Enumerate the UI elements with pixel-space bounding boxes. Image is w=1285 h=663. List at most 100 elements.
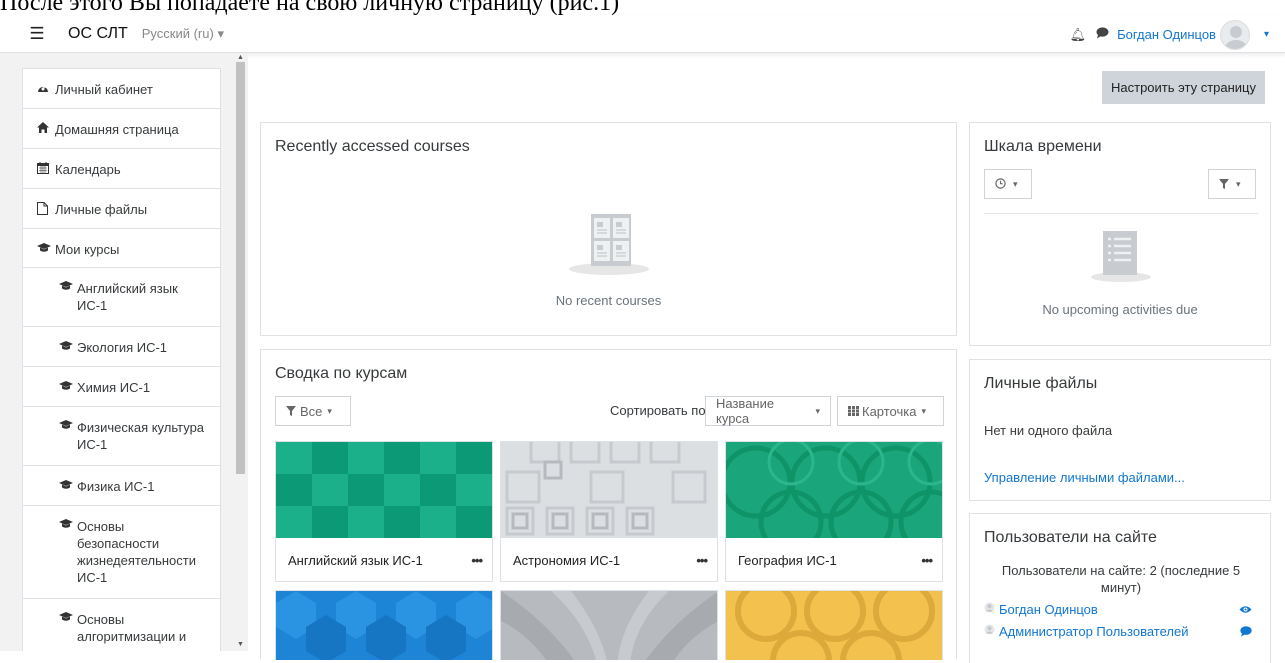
private-files-card: Личные файлы Нет ни одного файла Управле… xyxy=(969,359,1271,501)
drawer-scrollbar-thumb[interactable] xyxy=(236,62,245,474)
scroll-up-arrow-icon[interactable]: ▲ xyxy=(236,54,245,61)
chevron-down-icon: ▾ xyxy=(921,405,927,416)
course-card[interactable]: География ИС-1 ••• xyxy=(725,441,943,582)
drawer-item-home[interactable]: Домашняя страница xyxy=(23,109,220,149)
clock-icon xyxy=(995,177,1006,192)
drawer-course-label: Основы алгоритмизации и программирования xyxy=(77,612,193,651)
drawer-course-item[interactable]: Физика ИС-1 xyxy=(23,466,220,506)
bell-icon[interactable]: 🔔︎ xyxy=(1070,27,1087,43)
drawer-item-label: Домашняя страница xyxy=(55,122,179,137)
graduation-cap-icon xyxy=(59,380,77,394)
graduation-cap-icon xyxy=(59,518,77,532)
filter-icon xyxy=(286,404,296,419)
language-selector[interactable]: Русский (ru) ▾ xyxy=(142,26,224,42)
timeline-day-filter[interactable]: ▾ xyxy=(984,169,1032,199)
user-icon xyxy=(984,600,999,618)
eye-icon[interactable] xyxy=(1239,601,1252,619)
graduation-cap-icon xyxy=(59,280,77,294)
drawer-course-item[interactable]: Химия ИС-1 xyxy=(23,367,220,407)
more-options-icon[interactable]: ••• xyxy=(471,553,483,568)
course-card[interactable]: Английский язык ИС-1 ••• xyxy=(275,441,493,582)
online-user-row: Богдан Одинцов xyxy=(984,600,1258,618)
course-card[interactable] xyxy=(500,590,718,660)
view-value: Карточка xyxy=(862,403,917,419)
drawer-item-label: Личный кабинет xyxy=(55,82,153,97)
avatar[interactable] xyxy=(1219,19,1250,50)
no-recent-courses-text: No recent courses xyxy=(555,293,662,308)
chevron-down-icon: ▾ xyxy=(217,26,224,41)
chevron-down-icon: ▾ xyxy=(1236,178,1241,189)
course-name[interactable]: География ИС-1 xyxy=(738,553,837,568)
drawer-item-label: Личные файлы xyxy=(55,202,148,217)
online-user-link[interactable]: Администратор Пользователей xyxy=(999,624,1188,639)
drawer-course-item[interactable]: Английский язык ИС-1 xyxy=(23,268,220,327)
course-overview-card: Сводка по курсам Все ▾ Сортировать по На… xyxy=(260,349,957,660)
calendar-icon xyxy=(37,162,55,177)
drawer-course-item[interactable]: Экология ИС-1 xyxy=(23,327,220,367)
view-dropdown[interactable]: Карточка ▾ xyxy=(837,396,944,426)
filter-dropdown[interactable]: Все ▾ xyxy=(275,396,351,426)
site-brand[interactable]: ОС СЛТ xyxy=(68,25,128,43)
drawer-course-item[interactable]: Основы безопасности жизнедеятельности ИС… xyxy=(23,506,220,599)
timeline-divider xyxy=(984,213,1258,214)
timeline-title: Шкала времени xyxy=(984,138,1102,155)
course-card-footer: Астрономия ИС-1 ••• xyxy=(501,538,717,581)
graduation-cap-icon xyxy=(59,479,77,493)
timeline-sort-filter[interactable]: ▾ xyxy=(1208,169,1256,199)
file-icon xyxy=(37,202,55,218)
timeline-card: Шкала времени ▾ ▾ No upcoming activities… xyxy=(969,122,1271,346)
course-card-footer: Английский язык ИС-1 ••• xyxy=(276,538,492,581)
chevron-down-icon: ▾ xyxy=(1013,178,1018,189)
drawer-list: Личный кабинет Домашняя страница Календа… xyxy=(22,68,221,651)
online-users-summary: Пользователи на сайте: 2 (последние 5 ми… xyxy=(1001,563,1241,595)
course-card[interactable] xyxy=(725,590,943,660)
sort-dropdown[interactable]: Название курса ▾ xyxy=(705,396,831,426)
user-name[interactable]: Богдан Одинцов xyxy=(1117,27,1216,42)
message-icon[interactable] xyxy=(1096,27,1109,42)
course-image[interactable] xyxy=(276,591,492,660)
drawer-course-label: Физическая культура ИС-1 xyxy=(77,420,205,452)
drawer-course-item[interactable]: Основы алгоритмизации и программирования xyxy=(23,599,220,651)
course-card[interactable] xyxy=(275,590,493,660)
course-image[interactable] xyxy=(726,591,942,660)
drawer-course-item[interactable]: Физическая культура ИС-1 xyxy=(23,407,220,466)
chevron-down-icon[interactable]: ▾ xyxy=(1264,29,1269,40)
drawer-item-label: Календарь xyxy=(55,162,121,177)
drawer-item-my-courses[interactable]: Мои курсы xyxy=(23,229,220,268)
chevron-down-icon: ▾ xyxy=(327,405,332,416)
chevron-down-icon: ▾ xyxy=(815,405,820,416)
scroll-down-arrow-icon[interactable]: ▼ xyxy=(236,641,245,648)
course-card[interactable]: Астрономия ИС-1 ••• xyxy=(500,441,718,582)
course-card-footer: География ИС-1 ••• xyxy=(726,538,942,581)
online-user-link[interactable]: Богдан Одинцов xyxy=(999,602,1098,617)
course-image[interactable] xyxy=(276,442,492,538)
filter-icon xyxy=(1219,177,1229,192)
more-options-icon[interactable]: ••• xyxy=(696,553,708,568)
drawer-course-label: Экология ИС-1 xyxy=(77,340,168,355)
course-image[interactable] xyxy=(726,442,942,538)
drawer-item-private-files[interactable]: Личные файлы xyxy=(23,189,220,229)
hamburger-menu-icon[interactable]: ☰ xyxy=(22,20,52,48)
message-icon[interactable] xyxy=(1240,624,1252,642)
drawer-item-calendar[interactable]: Календарь xyxy=(23,149,220,189)
online-user-row: Администратор Пользователей xyxy=(984,622,1258,640)
customize-page-button[interactable]: Настроить эту страницу xyxy=(1102,71,1265,104)
drawer-course-label: Основы безопасности жизнедеятельности ИС… xyxy=(77,519,196,585)
manage-files-link[interactable]: Управление личными файлами... xyxy=(984,470,1185,485)
course-image[interactable] xyxy=(501,442,717,538)
course-name[interactable]: Английский язык ИС-1 xyxy=(288,553,423,568)
course-name[interactable]: Астрономия ИС-1 xyxy=(513,553,620,568)
recent-courses-title: Recently accessed courses xyxy=(275,138,470,155)
courses-illustration-icon xyxy=(569,209,649,284)
drawer-course-label: Химия ИС-1 xyxy=(77,380,151,395)
course-overview-title: Сводка по курсам xyxy=(275,365,408,382)
drawer-course-label: Физика ИС-1 xyxy=(77,479,155,494)
more-options-icon[interactable]: ••• xyxy=(921,553,933,568)
private-files-title: Личные файлы xyxy=(984,375,1098,392)
online-users-title: Пользователи на сайте xyxy=(984,529,1157,546)
drawer-item-dashboard[interactable]: Личный кабинет xyxy=(23,69,220,109)
no-activities-text: No upcoming activities due xyxy=(1042,302,1198,317)
course-image[interactable] xyxy=(501,591,717,660)
grid-icon xyxy=(848,404,859,419)
user-icon xyxy=(984,622,999,640)
